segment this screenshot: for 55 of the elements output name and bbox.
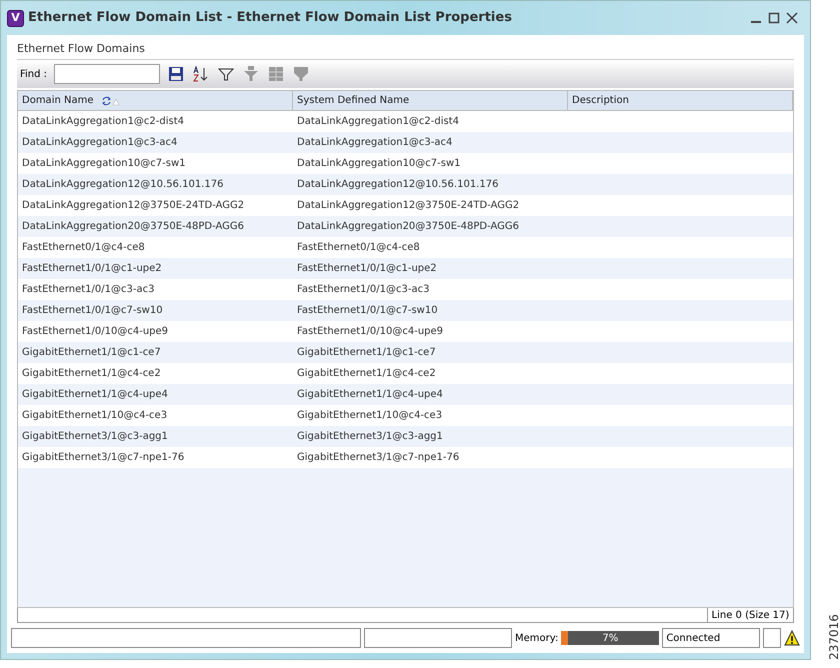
table-cell-text: GigabitEthernet1/1@c4-ce2	[21, 367, 162, 381]
column-header[interactable]: System Defined Name	[293, 91, 568, 110]
table-cell-text: DataLinkAggregation20@3750E-48PD-AGG6	[296, 220, 520, 234]
table-cell-text: DataLinkAggregation1@c2-dist4	[296, 115, 460, 129]
maximize-icon[interactable]	[768, 12, 780, 24]
table-cell-text: DataLinkAggregation10@c7-sw1	[21, 157, 187, 171]
table-cell-text: DataLinkAggregation10@c7-sw1	[296, 157, 462, 171]
table-cell-text: FastEthernet1/0/1@c7-sw10	[21, 304, 164, 318]
table-cell-text: DataLinkAggregation20@3750E-48PD-AGG6	[21, 220, 246, 234]
status-field	[763, 628, 782, 648]
app-logo: V	[7, 10, 24, 26]
table-cell-text: GigabitEthernet3/1@c7-npe1-76	[296, 451, 460, 465]
table-cell-text: GigabitEthernet1/1@c1-ce7	[296, 346, 437, 360]
table-cell-text: GigabitEthernet1/1@c4-upe4	[21, 388, 169, 402]
table-cell-text: GigabitEthernet1/10@c4-ce3	[21, 409, 168, 423]
table-cell-text: GigabitEthernet3/1@c7-npe1-76	[21, 451, 186, 465]
table-cell-text: FastEthernet0/1@c4-ce8	[296, 241, 421, 255]
table-cell-text: FastEthernet1/0/1@c3-ac3	[296, 283, 430, 297]
table-cell-text: DataLinkAggregation12@3750E-24TD-AGG2	[21, 199, 246, 213]
sort-icon[interactable]	[192, 65, 210, 83]
table-cell-text: DataLinkAggregation12@3750E-24TD-AGG2	[296, 199, 520, 213]
table-cell-text: FastEthernet1/0/1@c1-upe2	[21, 262, 163, 276]
clear-filter-icon[interactable]	[242, 65, 260, 83]
connection-status: Connected	[662, 628, 760, 648]
memory-label: Memory:	[515, 632, 558, 646]
line-count: Line 0 (Size 17)	[706, 608, 794, 622]
table-cell-text: DataLinkAggregation1@c3-ac4	[296, 136, 454, 150]
memory-reading: 7%	[602, 632, 618, 646]
table-cell-text: GigabitEthernet3/1@c3-agg1	[21, 430, 169, 444]
column-header[interactable]: Domain Name	[18, 91, 293, 110]
window-title: Ethernet Flow Domain List - Ethernet Flow Domain List Properties	[28, 9, 512, 28]
table-cell-text: DataLinkAggregation1@c3-ac4	[21, 136, 178, 150]
table-cell-text: GigabitEthernet1/10@c4-ce3	[296, 409, 444, 423]
grid-icon[interactable]	[267, 65, 286, 83]
column-header[interactable]: Description	[568, 91, 794, 110]
figure-number: 237016	[826, 614, 840, 660]
table-cell-text: GigabitEthernet1/1@c1-ce7	[21, 346, 162, 360]
table-cell-text: FastEthernet1/0/1@c3-ac3	[21, 283, 156, 297]
table-cell-text: DataLinkAggregation12@10.56.101.176	[21, 178, 224, 192]
panel-title: Ethernet Flow Domains	[17, 41, 146, 57]
table-cell-text: DataLinkAggregation12@10.56.101.176	[296, 178, 500, 192]
table-cell-text: FastEthernet1/0/1@c1-upe2	[296, 262, 438, 276]
close-icon[interactable]	[786, 12, 798, 24]
table-cell-text: GigabitEthernet1/1@c4-upe4	[296, 388, 444, 402]
find-field[interactable]	[54, 64, 160, 84]
table-cell-text: FastEthernet1/0/10@c4-upe9	[296, 325, 444, 339]
table-cell-text: DataLinkAggregation1@c2-dist4	[21, 115, 186, 129]
table-cell-text: FastEthernet1/0/1@c7-sw10	[296, 304, 439, 318]
table-cell-text: GigabitEthernet3/1@c3-agg1	[296, 430, 444, 444]
save-icon[interactable]	[167, 65, 186, 83]
grid-filter-icon[interactable]	[292, 65, 310, 83]
table-cell-text: GigabitEthernet1/1@c4-ce2	[296, 367, 437, 381]
table-cell-text: FastEthernet1/0/10@c4-upe9	[21, 325, 170, 339]
table-cell-text: FastEthernet0/1@c4-ce8	[21, 241, 146, 255]
find-label: Find :	[20, 68, 48, 82]
